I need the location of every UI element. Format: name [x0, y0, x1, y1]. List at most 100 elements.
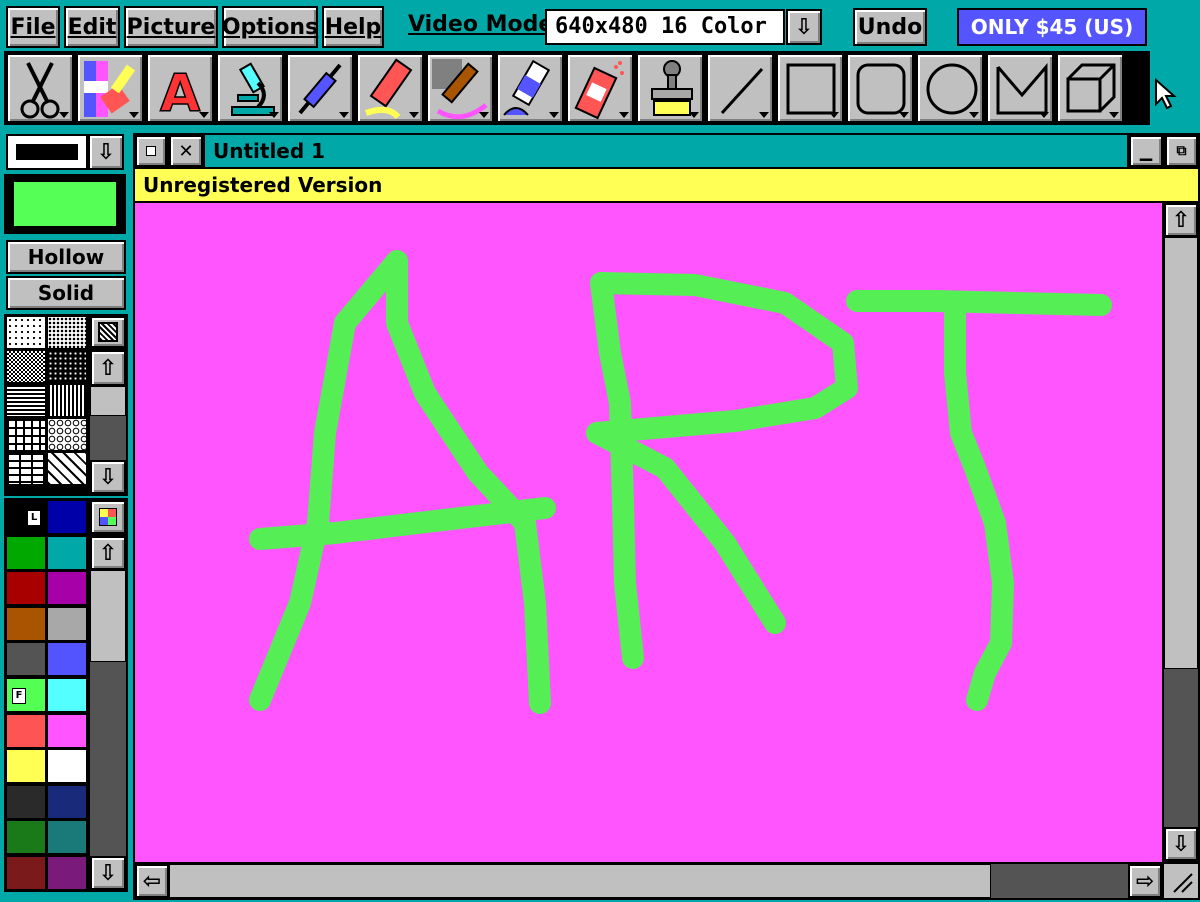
- pattern-dark-dots[interactable]: [47, 350, 87, 383]
- video-mode-dropdown-button[interactable]: ⇩: [786, 9, 822, 45]
- palette-color-swatch[interactable]: [47, 535, 87, 570]
- drawing-canvas[interactable]: [135, 203, 1162, 862]
- resize-grip[interactable]: [1164, 864, 1198, 898]
- tool-line[interactable]: [706, 53, 774, 123]
- palette-color-swatch[interactable]: [6, 535, 46, 570]
- pattern-sparse-dots[interactable]: [6, 316, 46, 349]
- pattern-vertical-lines[interactable]: [47, 384, 87, 417]
- minimize-button[interactable]: ▁: [1129, 135, 1163, 167]
- maximize-button[interactable]: ⧉: [1165, 135, 1198, 167]
- window-title: Untitled 1: [213, 139, 326, 163]
- tool-rounded-rectangle[interactable]: [846, 53, 914, 123]
- palette-color-swatch[interactable]: [6, 713, 46, 748]
- pattern-scroll-up-button[interactable]: ⇧: [90, 350, 126, 386]
- tool-brush[interactable]: [426, 53, 494, 123]
- palette-color-swatch[interactable]: [47, 713, 87, 748]
- palette-color-swatch[interactable]: [47, 642, 87, 677]
- close-icon: ✕: [178, 140, 194, 162]
- tool-text[interactable]: A: [146, 53, 214, 125]
- palette-color-swatch[interactable]: [6, 606, 46, 641]
- pattern-horizontal-lines[interactable]: [6, 384, 46, 417]
- canvas-hscroll-track[interactable]: [991, 864, 1128, 898]
- tool-paint-tube[interactable]: [496, 53, 564, 123]
- tool-scissors[interactable]: [6, 53, 74, 123]
- menu-edit[interactable]: Edit: [64, 6, 120, 48]
- palette-editor-button[interactable]: [90, 500, 126, 534]
- menu-help-label: Help: [324, 14, 382, 40]
- palette-color-swatch[interactable]: [47, 856, 87, 890]
- palette-color-swatch[interactable]: [6, 749, 46, 784]
- arrow-down-icon: ⇩: [98, 464, 118, 490]
- minimize-icon: ▁: [1139, 141, 1153, 161]
- menu-options[interactable]: Options: [222, 6, 318, 48]
- palette-color-swatch[interactable]: [47, 500, 87, 534]
- palette-color-swatch[interactable]: [6, 856, 46, 890]
- canvas-hscroll-thumb[interactable]: [169, 864, 991, 898]
- tool-cube[interactable]: [1056, 53, 1124, 123]
- canvas-vscroll-thumb[interactable]: [1164, 237, 1198, 669]
- maximize-icon: ⧉: [1176, 143, 1187, 159]
- line-color-select[interactable]: [6, 134, 88, 170]
- palette-color-swatch[interactable]: [6, 784, 46, 819]
- stroke-letter-a-left: [249, 250, 551, 714]
- pattern-grid[interactable]: [6, 418, 46, 451]
- canvas-scroll-up-button[interactable]: ⇧: [1164, 203, 1198, 237]
- palette-scroll-thumb[interactable]: [90, 570, 126, 662]
- canvas-vscroll-track[interactable]: [1164, 669, 1198, 827]
- palette-color-swatch[interactable]: [6, 642, 46, 677]
- pattern-dense-dots[interactable]: [47, 316, 87, 349]
- window-title-bar[interactable]: Untitled 1: [205, 135, 1127, 167]
- pattern-scroll-down-button[interactable]: ⇩: [90, 460, 126, 494]
- canvas-scroll-left-button[interactable]: ⇦: [135, 864, 169, 898]
- tool-spray-can[interactable]: [566, 53, 634, 123]
- mouse-cursor-icon: [1155, 78, 1177, 110]
- palette-scroll-down-button[interactable]: ⇩: [90, 856, 126, 890]
- drawn-art-strokes: [249, 250, 1112, 714]
- fill-color-frame: [4, 174, 126, 234]
- tool-syringe[interactable]: [286, 53, 354, 123]
- pattern-circles[interactable]: [47, 418, 87, 451]
- palette-color-swatch[interactable]: [47, 749, 87, 784]
- close-window-button[interactable]: ✕: [169, 135, 203, 167]
- palette-color-swatch[interactable]: [47, 820, 87, 855]
- video-mode-label: Video Mode:: [408, 12, 563, 37]
- fill-color-swatch[interactable]: [14, 182, 116, 226]
- menu-file[interactable]: File: [6, 6, 60, 48]
- undo-button[interactable]: Undo: [853, 8, 927, 46]
- menu-picture[interactable]: Picture: [124, 6, 218, 48]
- palette-color-swatch[interactable]: [47, 784, 87, 819]
- pattern-checker[interactable]: [6, 350, 46, 383]
- tool-stamp[interactable]: [636, 53, 704, 123]
- menu-help[interactable]: Help: [322, 6, 384, 48]
- arrow-left-icon: ⇦: [142, 868, 162, 894]
- palette-scroll-track[interactable]: [90, 662, 126, 856]
- window-menu-icon: [146, 146, 156, 156]
- solid-button[interactable]: Solid: [6, 276, 126, 310]
- pattern-scroll-thumb[interactable]: [90, 386, 126, 416]
- tool-microscope[interactable]: [216, 53, 284, 123]
- video-mode-select[interactable]: 640x480 16 Color: [545, 9, 785, 45]
- pattern-diagonal[interactable]: [47, 452, 87, 485]
- promo-button[interactable]: ONLY $45 (US): [957, 8, 1147, 46]
- pattern-scroll-track[interactable]: [90, 416, 126, 460]
- window-menu-button[interactable]: [135, 135, 167, 167]
- canvas-scroll-right-button[interactable]: ⇨: [1128, 864, 1162, 898]
- stroke-letter-t-stem: [944, 294, 1014, 711]
- palette-color-swatch[interactable]: [6, 571, 46, 606]
- palette-scroll-up-button[interactable]: ⇧: [90, 536, 126, 570]
- tool-marker[interactable]: [356, 53, 424, 123]
- canvas-scroll-down-button[interactable]: ⇩: [1164, 827, 1198, 861]
- tool-ellipse[interactable]: [916, 53, 984, 123]
- line-color-dropdown-button[interactable]: ⇩: [88, 134, 124, 170]
- palette-color-swatch[interactable]: [47, 571, 87, 606]
- tool-color-brush[interactable]: [76, 53, 144, 123]
- hollow-button[interactable]: Hollow: [6, 240, 126, 274]
- tool-polygon[interactable]: [986, 53, 1054, 123]
- palette-color-swatch[interactable]: [47, 606, 87, 641]
- palette-color-swatch[interactable]: [47, 678, 87, 712]
- palette-color-swatch[interactable]: [6, 820, 46, 855]
- pattern-bricks[interactable]: [6, 452, 46, 485]
- tool-rectangle[interactable]: [776, 53, 844, 123]
- pattern-options-button[interactable]: [90, 316, 126, 348]
- arrow-up-icon: ⇧: [1171, 207, 1191, 233]
